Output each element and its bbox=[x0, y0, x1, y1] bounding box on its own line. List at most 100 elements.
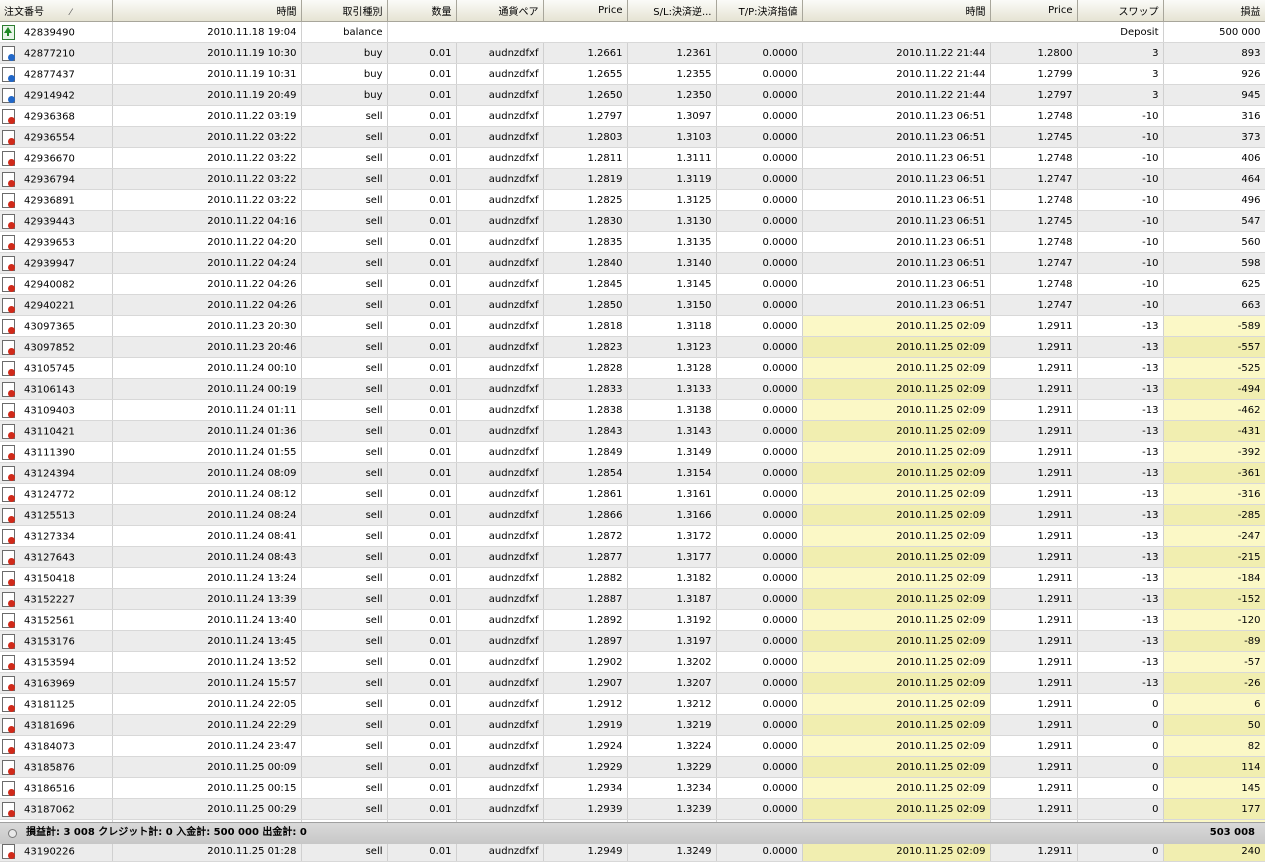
col-header-swap[interactable]: スワップ bbox=[1077, 0, 1164, 22]
col-header-profit[interactable]: 損益 bbox=[1163, 0, 1265, 22]
open-time-cell: 2010.11.24 23:47 bbox=[112, 735, 302, 757]
table-row[interactable]: 42936368 2010.11.22 03:19 sell 0.01 audnzdfx… bbox=[0, 105, 1265, 127]
table-row[interactable]: 42936670 2010.11.22 03:22 sell 0.01 audnzdfx… bbox=[0, 147, 1265, 169]
ticket-cell: 43163969 bbox=[0, 672, 113, 694]
sell-order-icon bbox=[2, 276, 15, 292]
account-total: 503 008 bbox=[1209, 827, 1255, 838]
table-row[interactable]: 42877210 2010.11.19 10:30 buy 0.01 audnzdfxf… bbox=[0, 42, 1265, 64]
account-history-table: 注文番号 ⁄ 時間 取引種別 数量 通貨ペア Price S/L:決済逆... T… bbox=[0, 0, 1265, 862]
table-row[interactable]: 43153594 2010.11.24 13:52 sell 0.01 audnzdfx… bbox=[0, 651, 1265, 673]
open-price-cell: 1.2919 bbox=[543, 714, 628, 736]
table-row[interactable]: 43152561 2010.11.24 13:40 sell 0.01 audnzdfx… bbox=[0, 609, 1265, 631]
table-row[interactable]: 43106143 2010.11.24 00:19 sell 0.01 audnzdfx… bbox=[0, 378, 1265, 400]
table-row[interactable]: 43152227 2010.11.24 13:39 sell 0.01 audnzdfx… bbox=[0, 588, 1265, 610]
take-profit-cell: 0.0000 bbox=[716, 63, 803, 85]
col-header-stop-loss[interactable]: S/L:決済逆... bbox=[627, 0, 717, 22]
table-row[interactable]: 43187062 2010.11.25 00:29 sell 0.01 audnzdfx… bbox=[0, 798, 1265, 820]
table-row[interactable]: 43124394 2010.11.24 08:09 sell 0.01 audnzdfx… bbox=[0, 462, 1265, 484]
table-row[interactable]: 42936891 2010.11.22 03:22 sell 0.01 audnzdfx… bbox=[0, 189, 1265, 211]
balance-deposit-icon bbox=[2, 24, 15, 40]
table-row[interactable]: 43110421 2010.11.24 01:36 sell 0.01 audnzdfx… bbox=[0, 420, 1265, 442]
table-row[interactable]: 42940221 2010.11.22 04:26 sell 0.01 audnzdfx… bbox=[0, 294, 1265, 316]
ticket-cell: 43097365 bbox=[0, 315, 113, 337]
stop-loss-cell: 1.3145 bbox=[627, 273, 717, 295]
table-row[interactable]: 43125513 2010.11.24 08:24 sell 0.01 audnzdfx… bbox=[0, 504, 1265, 526]
table-row[interactable]: 43097852 2010.11.23 20:46 sell 0.01 audnzdfx… bbox=[0, 336, 1265, 358]
table-row[interactable]: 42939947 2010.11.22 04:24 sell 0.01 audnzdfx… bbox=[0, 252, 1265, 274]
col-header-symbol[interactable]: 通貨ペア bbox=[456, 0, 544, 22]
open-price-cell: 1.2887 bbox=[543, 588, 628, 610]
symbol-cell: audnzdfxf bbox=[456, 126, 544, 148]
ticket-cell: 43111390 bbox=[0, 441, 113, 463]
swap-cell: -10 bbox=[1077, 294, 1164, 316]
table-row[interactable]: 43105745 2010.11.24 00:10 sell 0.01 audnzdfx… bbox=[0, 357, 1265, 379]
size-cell: 0.01 bbox=[387, 420, 457, 442]
open-price-cell: 1.2866 bbox=[543, 504, 628, 526]
profit-cell: -120 bbox=[1163, 609, 1265, 631]
symbol-cell: audnzdfxf bbox=[456, 378, 544, 400]
col-header-close-time[interactable]: 時間 bbox=[802, 0, 991, 22]
table-row[interactable]: 43124772 2010.11.24 08:12 sell 0.01 audnzdfx… bbox=[0, 483, 1265, 505]
ticket-cell: 42936891 bbox=[0, 189, 113, 211]
close-time-cell: 2010.11.23 06:51 bbox=[802, 147, 991, 169]
take-profit-cell: 0.0000 bbox=[716, 546, 803, 568]
stop-loss-cell: 1.3202 bbox=[627, 651, 717, 673]
table-row[interactable]: 43184073 2010.11.24 23:47 sell 0.01 audnzdfx… bbox=[0, 735, 1265, 757]
table-row[interactable]: 43127334 2010.11.24 08:41 sell 0.01 audnzdfx… bbox=[0, 525, 1265, 547]
table-row[interactable]: 42936794 2010.11.22 03:22 sell 0.01 audnzdfx… bbox=[0, 168, 1265, 190]
col-header-take-profit[interactable]: T/P:決済指値 bbox=[716, 0, 803, 22]
col-header-ticket[interactable]: 注文番号 ⁄ bbox=[0, 0, 113, 22]
table-row[interactable]: 43186516 2010.11.25 00:15 sell 0.01 audnzdfx… bbox=[0, 777, 1265, 799]
table-row[interactable]: 42939653 2010.11.22 04:20 sell 0.01 audnzdfx… bbox=[0, 231, 1265, 253]
balance-row[interactable]: 42839490 2010.11.18 19:04 balance Deposi… bbox=[0, 21, 1265, 43]
symbol-cell: audnzdfxf bbox=[456, 714, 544, 736]
table-row[interactable]: 42914942 2010.11.19 20:49 buy 0.01 audnzdfxf… bbox=[0, 84, 1265, 106]
close-price-cell: 1.2748 bbox=[990, 105, 1078, 127]
take-profit-cell: 0.0000 bbox=[716, 42, 803, 64]
col-header-size[interactable]: 数量 bbox=[387, 0, 457, 22]
close-time-cell: 2010.11.25 02:09 bbox=[802, 756, 991, 778]
stop-loss-cell: 1.3182 bbox=[627, 567, 717, 589]
table-row[interactable]: 42940082 2010.11.22 04:26 sell 0.01 audnzdfx… bbox=[0, 273, 1265, 295]
table-row[interactable]: 43163969 2010.11.24 15:57 sell 0.01 audnzdfx… bbox=[0, 672, 1265, 694]
col-header-type[interactable]: 取引種別 bbox=[301, 0, 388, 22]
col-header-close-price[interactable]: Price bbox=[990, 0, 1078, 22]
table-row[interactable]: 43153176 2010.11.24 13:45 sell 0.01 audnzdfx… bbox=[0, 630, 1265, 652]
ticket-number: 43097852 bbox=[24, 342, 75, 353]
table-row[interactable]: 43150418 2010.11.24 13:24 sell 0.01 audnzdfx… bbox=[0, 567, 1265, 589]
table-row[interactable]: 42936554 2010.11.22 03:22 sell 0.01 audnzdfx… bbox=[0, 126, 1265, 148]
sell-order-icon bbox=[2, 696, 15, 712]
ticket-cell: 43153176 bbox=[0, 630, 113, 652]
stop-loss-cell: 1.3234 bbox=[627, 777, 717, 799]
table-row[interactable]: 43181125 2010.11.24 22:05 sell 0.01 audnzdfx… bbox=[0, 693, 1265, 715]
col-header-label: 数量 bbox=[431, 7, 452, 18]
table-row[interactable]: 43111390 2010.11.24 01:55 sell 0.01 audnzdfx… bbox=[0, 441, 1265, 463]
open-time-cell: 2010.11.24 13:40 bbox=[112, 609, 302, 631]
close-price-cell: 1.2911 bbox=[990, 504, 1078, 526]
swap-cell: -13 bbox=[1077, 546, 1164, 568]
table-row[interactable]: 43181696 2010.11.24 22:29 sell 0.01 audnzdfx… bbox=[0, 714, 1265, 736]
table-row[interactable]: 43097365 2010.11.23 20:30 sell 0.01 audnzdfx… bbox=[0, 315, 1265, 337]
table-row[interactable]: 43185876 2010.11.25 00:09 sell 0.01 audnzdfx… bbox=[0, 756, 1265, 778]
symbol-cell: audnzdfxf bbox=[456, 84, 544, 106]
col-header-open-time[interactable]: 時間 bbox=[112, 0, 302, 22]
table-row[interactable]: 42877437 2010.11.19 10:31 buy 0.01 audnzdfxf… bbox=[0, 63, 1265, 85]
type-cell: buy bbox=[301, 63, 388, 85]
profit-cell: 945 bbox=[1163, 84, 1265, 106]
take-profit-cell: 0.0000 bbox=[716, 630, 803, 652]
size-cell: 0.01 bbox=[387, 336, 457, 358]
open-price-cell: 1.2850 bbox=[543, 294, 628, 316]
ticket-cell: 43184073 bbox=[0, 735, 113, 757]
stop-loss-cell: 1.3130 bbox=[627, 210, 717, 232]
swap-cell: -10 bbox=[1077, 210, 1164, 232]
close-time-cell: 2010.11.25 02:09 bbox=[802, 651, 991, 673]
type-cell: sell bbox=[301, 609, 388, 631]
size-cell: 0.01 bbox=[387, 357, 457, 379]
close-price-cell: 1.2745 bbox=[990, 210, 1078, 232]
table-row[interactable]: 43109403 2010.11.24 01:11 sell 0.01 audnzdfx… bbox=[0, 399, 1265, 421]
ticket-number: 43185876 bbox=[24, 762, 75, 773]
table-row[interactable]: 43127643 2010.11.24 08:43 sell 0.01 audnzdfx… bbox=[0, 546, 1265, 568]
table-row[interactable]: 42939443 2010.11.22 04:16 sell 0.01 audnzdfx… bbox=[0, 210, 1265, 232]
ticket-number: 42839490 bbox=[24, 27, 75, 38]
col-header-open-price[interactable]: Price bbox=[543, 0, 628, 22]
